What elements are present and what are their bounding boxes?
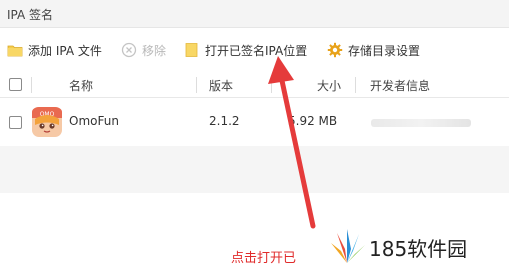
watermark-logo <box>327 229 367 265</box>
storage-directory-settings-button[interactable]: 存储目录设置 <box>327 41 420 59</box>
app-name: OmoFun <box>69 114 119 128</box>
toolbar: 添加 IPA 文件 移除 打开已签名IPA位置 存储目录设置 <box>0 28 509 70</box>
remove-icon <box>121 42 137 58</box>
column-header-developer[interactable]: 开发者信息 <box>370 77 430 94</box>
row-checkbox[interactable] <box>9 116 22 129</box>
window-title: IPA 签名 <box>7 8 54 22</box>
select-all-checkbox[interactable] <box>9 78 22 91</box>
app-icon: OMO <box>32 107 62 137</box>
empty-row-area <box>0 146 509 193</box>
open-signed-ipa-location-button[interactable]: 打开已签名IPA位置 <box>184 41 307 59</box>
column-divider <box>31 77 32 93</box>
remove-label: 移除 <box>142 43 167 58</box>
remove-button[interactable]: 移除 <box>121 41 166 59</box>
column-header-size[interactable]: 大小 <box>317 77 341 94</box>
developer-info-redacted <box>371 119 471 127</box>
app-version: 2.1.2 <box>209 114 240 128</box>
folder-icon <box>184 42 200 58</box>
watermark-text: 185软件园 <box>369 237 468 261</box>
annotation-caption: 点击打开已 <box>231 251 297 266</box>
title-bar: IPA 签名 <box>0 0 509 28</box>
add-ipa-button[interactable]: 添加 IPA 文件 <box>7 41 102 59</box>
add-ipa-label: 添加 IPA 文件 <box>28 43 102 58</box>
column-divider <box>355 77 356 93</box>
storage-directory-settings-label: 存储目录设置 <box>348 43 421 58</box>
gear-icon <box>327 42 343 58</box>
column-header-name[interactable]: 名称 <box>69 77 93 94</box>
app-size: 5.92 MB <box>288 114 338 128</box>
open-signed-ipa-location-label: 打开已签名IPA位置 <box>205 43 308 58</box>
table-header: 名称 版本 大小 开发者信息 <box>0 72 509 98</box>
column-header-version[interactable]: 版本 <box>209 77 233 94</box>
folder-add-icon <box>7 42 23 58</box>
column-divider <box>196 77 197 93</box>
table-row[interactable]: OMO OmoFun 2.1.2 5.92 MB <box>0 98 509 146</box>
column-divider <box>271 77 272 93</box>
